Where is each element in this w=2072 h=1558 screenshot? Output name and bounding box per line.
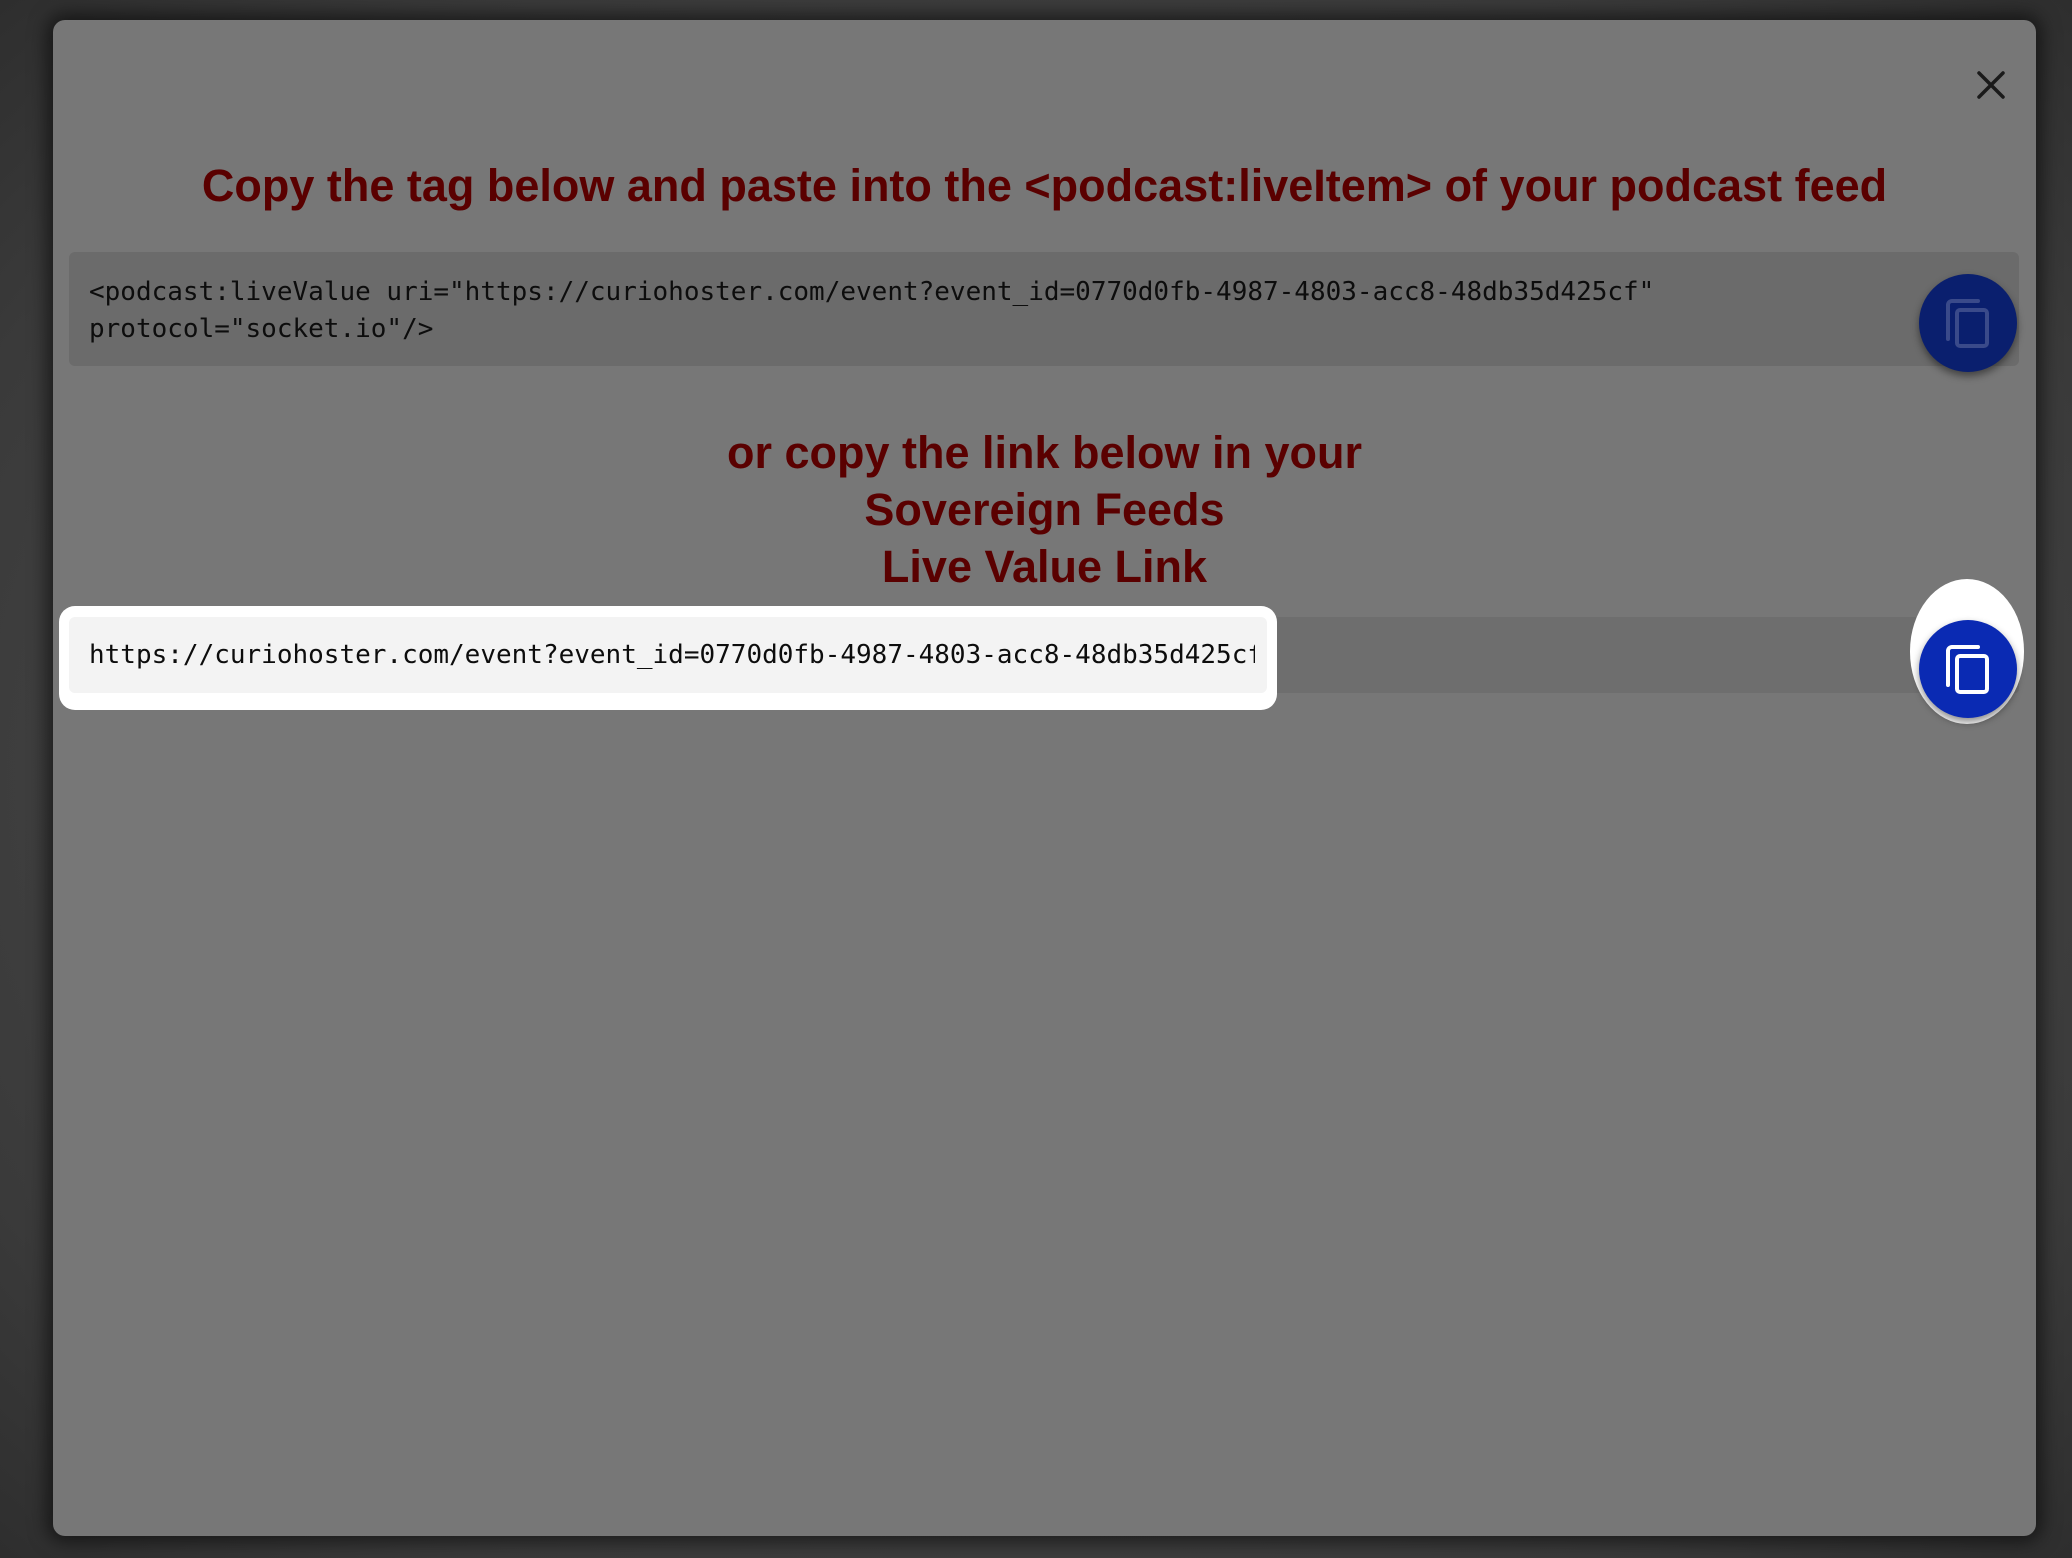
copy-icon [1946,645,1989,694]
link-heading-line1: or copy the link below in your [726,427,1363,478]
copy-link-button[interactable] [1919,620,2017,718]
link-heading: or copy the link below in your Sovereign… [53,424,2036,595]
close-icon [1977,71,2005,99]
link-heading-line3: Live Value Link [881,541,1208,592]
copy-tag-button[interactable] [1919,274,2017,372]
link-heading-line2: Sovereign Feeds [864,484,1225,535]
tag-code-block[interactable]: <podcast:liveValue uri="https://curiohos… [69,252,2019,366]
live-value-link-input[interactable] [69,617,1267,693]
copy-icon [1946,299,1989,348]
close-button[interactable] [1968,62,2014,108]
copy-tag-modal: Copy the tag below and paste into the <p… [53,20,2036,1536]
tag-heading: Copy the tag below and paste into the <p… [201,160,1888,211]
